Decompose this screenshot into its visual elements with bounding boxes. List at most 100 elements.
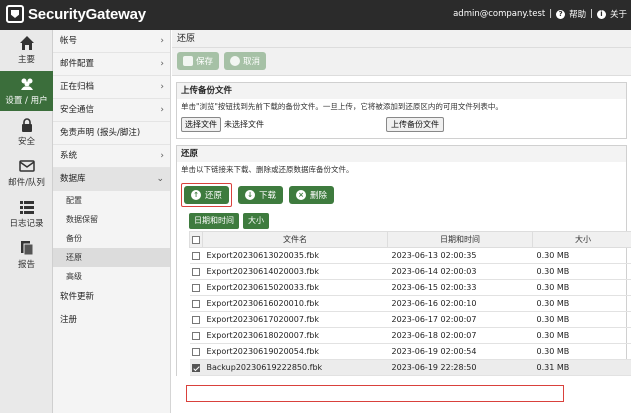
main-content: 还原 保存 取消 上传备份文件 单击"浏览"按钮找到先前下载的备份文件。一旦上传… xyxy=(172,30,631,413)
subnav-child-advanced[interactable]: 高级 xyxy=(53,267,170,286)
mail-icon xyxy=(18,160,35,172)
nav-label: 报告 xyxy=(17,260,35,270)
user-menu: admin@company.test | ? 帮助 | i 关于 xyxy=(453,8,627,20)
row-checkbox[interactable] xyxy=(189,247,203,264)
table-row-selected[interactable]: Backup20230619222850.fbk 2023-06-19 22:28… xyxy=(189,359,631,376)
restore-label: 还原 xyxy=(205,191,223,201)
save-label: 保存 xyxy=(196,57,214,67)
subnav-label: 正在归档 xyxy=(60,82,95,92)
top-bar: SecurityGateway admin@company.test | ? 帮… xyxy=(0,0,631,30)
subnav-item-archiving[interactable]: 正在归档 › xyxy=(53,76,170,99)
subnav-item-database[interactable]: 数据库 ⌄ xyxy=(53,168,170,191)
restore-actions: ↑ 还原 ↓ 下载 × 删除 xyxy=(177,177,626,209)
upload-title: 上传备份文件 xyxy=(177,83,626,99)
table-row[interactable]: Export20230613020035.fbk 2023-06-13 02:00… xyxy=(189,247,631,264)
upload-cloud-icon: ↑ xyxy=(191,190,201,200)
subnav-item-secure-comm[interactable]: 安全通信 › xyxy=(53,99,170,122)
chevron-right-icon: › xyxy=(160,36,164,46)
subnav-label: 邮件配置 xyxy=(60,59,95,69)
table-row[interactable]: Export20230615020033.fbk 2023-06-15 02:00… xyxy=(189,279,631,296)
checkbox-icon xyxy=(192,267,200,276)
download-button[interactable]: ↓ 下载 xyxy=(238,186,284,204)
size-cell: 0.30 MB xyxy=(532,247,631,264)
nav-settings-users[interactable]: 设置 / 用户 xyxy=(0,71,53,111)
lock-icon xyxy=(21,118,32,132)
divider: | xyxy=(590,9,593,19)
subnav-child-config[interactable]: 配置 xyxy=(53,191,170,210)
subnav-item-disclaimer[interactable]: 免责声明 (报头/脚注) xyxy=(53,122,170,145)
list-icon xyxy=(19,201,34,214)
row-checkbox[interactable] xyxy=(189,279,203,296)
table-row[interactable]: Export20230619020054.fbk 2023-06-19 02:00… xyxy=(189,343,631,360)
about-link[interactable]: 关于 xyxy=(610,8,627,20)
size-cell: 0.30 MB xyxy=(532,343,631,360)
subnav-item-system[interactable]: 系统 › xyxy=(53,145,170,168)
size-cell: 0.30 MB xyxy=(532,327,631,344)
checkbox-icon xyxy=(192,299,200,308)
subnav-child-retention[interactable]: 数据保留 xyxy=(53,210,170,229)
upload-row: 选择文件 未选择文件 上传备份文件 xyxy=(177,114,626,138)
backup-table: 文件名 日期和时间 大小 Export20230613020035.fbk 202… xyxy=(189,231,631,376)
save-button[interactable]: 保存 xyxy=(177,52,220,70)
size-cell: 0.30 MB xyxy=(532,311,631,328)
subnav-item-mail-config[interactable]: 邮件配置 › xyxy=(53,53,170,76)
cancel-label: 取消 xyxy=(243,57,261,67)
subnav-child-backup[interactable]: 备份 xyxy=(53,229,170,248)
restore-panel: 还原 单击以下链接来下载、删除或还原数据库备份文件。 ↑ 还原 ↓ 下载 × 删除 日… xyxy=(176,145,631,376)
nav-logging[interactable]: 日志记录 xyxy=(0,194,53,234)
datetime-cell: 2023-06-13 02:00:35 xyxy=(387,247,533,264)
toolbar: 保存 取消 xyxy=(172,48,631,76)
select-all-checkbox[interactable] xyxy=(189,231,203,248)
nav-security[interactable]: 安全 xyxy=(0,112,53,152)
row-checkbox[interactable] xyxy=(189,327,203,344)
subnav-label: 免责声明 (报头/脚注) xyxy=(60,128,141,138)
table-row[interactable]: Export20230617020007.fbk 2023-06-17 02:00… xyxy=(189,311,631,328)
choose-file-button[interactable]: 选择文件 xyxy=(181,117,221,132)
row-checkbox[interactable] xyxy=(189,311,203,328)
row-checkbox[interactable] xyxy=(189,359,203,376)
filename-cell: Export20230618020007.fbk xyxy=(202,327,388,344)
user-email[interactable]: admin@company.test xyxy=(453,9,545,19)
cancel-button[interactable]: 取消 xyxy=(224,52,267,70)
sort-size-button[interactable]: 大小 xyxy=(243,213,269,229)
row-checkbox[interactable] xyxy=(189,295,203,312)
subnav-item-accounts[interactable]: 帐号 › xyxy=(53,30,170,53)
filename-cell: Export20230619020054.fbk xyxy=(202,343,388,360)
subnav-item-software-update[interactable]: 软件更新 xyxy=(53,286,170,309)
table-row[interactable]: Export20230618020007.fbk 2023-06-18 02:00… xyxy=(189,327,631,344)
table-row[interactable]: Export20230616020010.fbk 2023-06-16 02:00… xyxy=(189,295,631,312)
filename-cell: Export20230614020003.fbk xyxy=(202,263,388,280)
table-row[interactable]: Export20230614020003.fbk 2023-06-14 02:00… xyxy=(189,263,631,280)
help-link[interactable]: 帮助 xyxy=(569,8,586,20)
restore-description: 单击以下链接来下载、删除或还原数据库备份文件。 xyxy=(181,165,354,174)
download-cloud-icon: ↓ xyxy=(245,190,256,200)
info-icon[interactable]: i xyxy=(596,9,606,19)
row-checkbox[interactable] xyxy=(189,263,203,280)
col-datetime[interactable]: 日期和时间 xyxy=(387,231,533,248)
subnav-child-restore[interactable]: 还原 xyxy=(53,248,170,267)
delete-button[interactable]: × 删除 xyxy=(289,186,335,204)
col-filename[interactable]: 文件名 xyxy=(202,231,388,248)
datetime-cell: 2023-06-17 02:00:07 xyxy=(387,311,533,328)
col-size[interactable]: 大小 xyxy=(532,231,631,248)
nav-reports[interactable]: 报告 xyxy=(0,235,53,275)
nav-label: 安全 xyxy=(17,137,35,147)
datetime-cell: 2023-06-19 02:00:54 xyxy=(387,343,533,360)
nav-mail-queue[interactable]: 邮件/队列 xyxy=(0,153,53,193)
help-icon[interactable]: ? xyxy=(556,9,566,19)
subnav-label: 帐号 xyxy=(60,36,78,46)
divider: | xyxy=(549,9,553,19)
no-file-text: 未选择文件 xyxy=(224,120,264,129)
upload-backup-button[interactable]: 上传备份文件 xyxy=(386,117,444,132)
subnav-item-registration[interactable]: 注册 xyxy=(53,309,170,332)
cancel-icon xyxy=(230,56,241,66)
sort-date-button[interactable]: 日期和时间 xyxy=(189,213,239,229)
nav-main[interactable]: 主要 xyxy=(0,30,53,70)
datetime-cell: 2023-06-19 22:28:50 xyxy=(387,359,533,376)
chevron-down-icon: ⌄ xyxy=(156,174,164,184)
checkbox-icon xyxy=(192,331,200,340)
page-title: 还原 xyxy=(172,30,631,48)
shield-logo-icon xyxy=(6,5,24,23)
row-checkbox[interactable] xyxy=(189,343,203,360)
restore-button[interactable]: ↑ 还原 xyxy=(184,186,230,204)
